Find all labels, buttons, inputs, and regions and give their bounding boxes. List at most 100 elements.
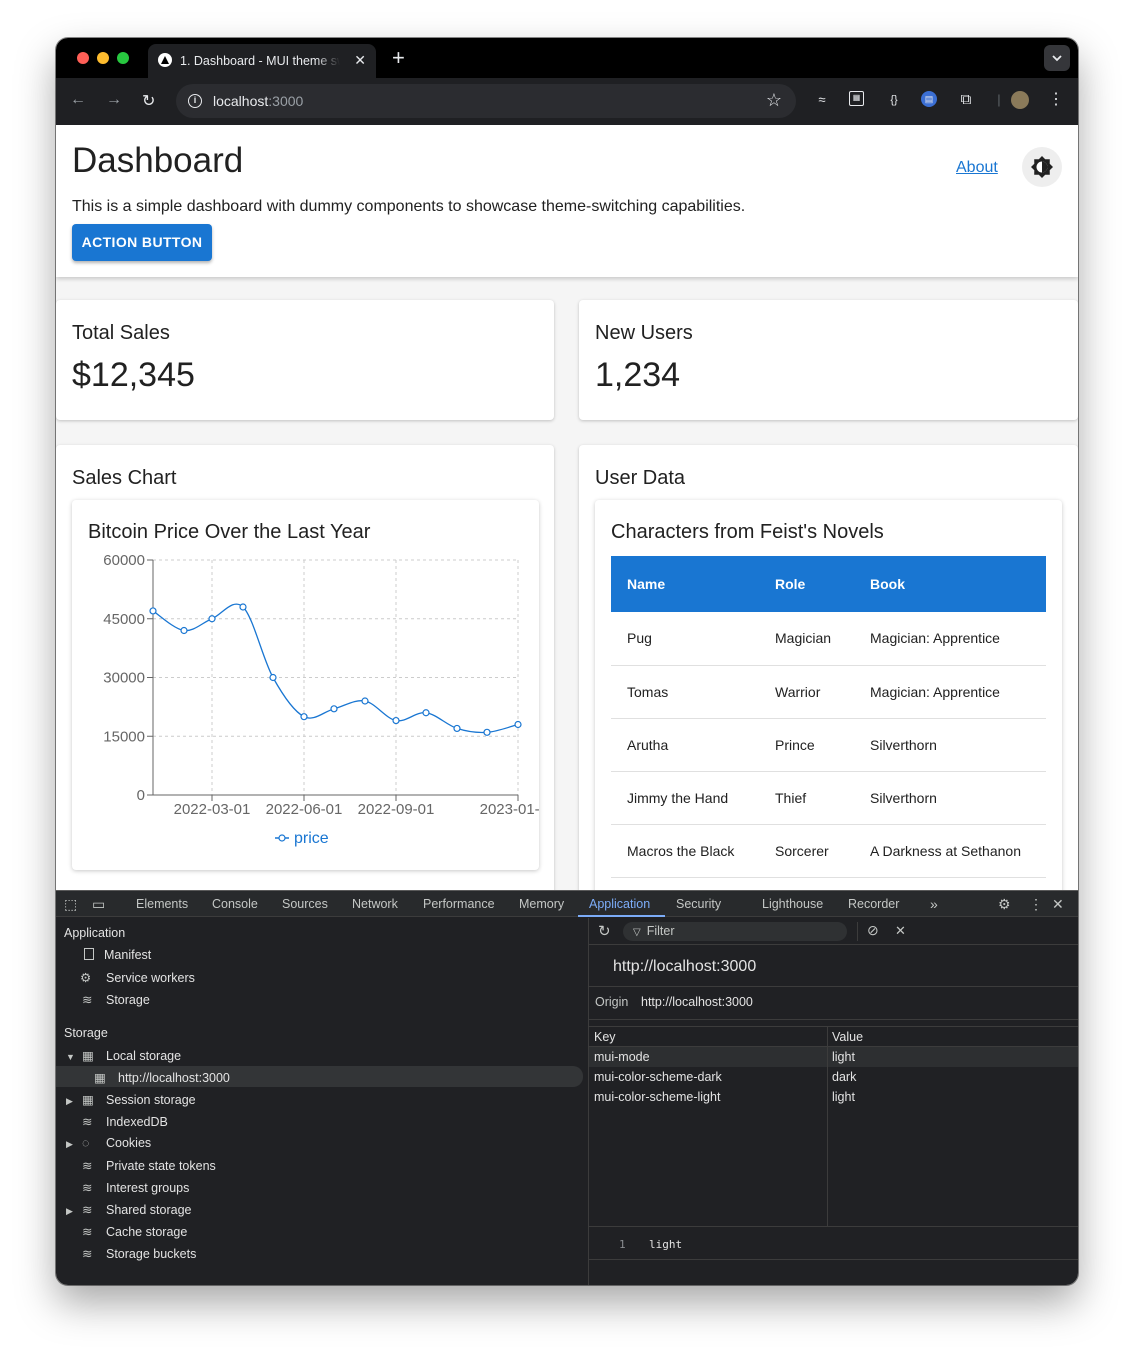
delete-selected-icon[interactable]: ✕	[895, 923, 906, 939]
more-tabs-icon[interactable]: »	[930, 896, 938, 912]
data-point[interactable]	[239, 603, 247, 611]
settings-gear-icon[interactable]: ⚙	[998, 896, 1011, 913]
tab-security[interactable]: Security	[676, 897, 721, 911]
profile-avatar[interactable]	[1011, 91, 1029, 109]
back-icon[interactable]: ←	[70, 91, 86, 109]
refresh-icon[interactable]: ↻	[598, 922, 611, 940]
minimize-window-button[interactable]	[97, 52, 109, 64]
tab-lighthouse[interactable]: Lighthouse	[762, 897, 823, 911]
data-point[interactable]	[330, 705, 338, 713]
sidebar-item-shared-storage[interactable]: ▶ ≋ Shared storage	[66, 1202, 191, 1217]
browser-tab-active[interactable]: 1. Dashboard - MUI theme switching ✕	[148, 44, 376, 78]
table-row[interactable]: Pug Magician Magician: Apprentice	[611, 612, 1046, 666]
database-icon: ≋	[82, 1115, 93, 1129]
sidebar-item-local-storage[interactable]: ▼ ▦ Local storage	[66, 1048, 181, 1063]
total-sales-card: Total Sales $12,345	[56, 300, 554, 420]
table-row[interactable]: Tomas Warrior Magician: Apprentice	[611, 665, 1046, 719]
docs-extension-icon[interactable]: ▤	[921, 91, 937, 107]
database-icon: ≋	[82, 1203, 93, 1217]
bookmark-star-icon[interactable]: ☆	[766, 90, 782, 111]
tab-console[interactable]: Console	[212, 897, 258, 911]
sidebar-item-interest-groups[interactable]: ≋ Interest groups	[82, 1180, 189, 1195]
url-text: localhost:3000	[213, 93, 304, 109]
json-extension-icon[interactable]: {}	[885, 91, 903, 109]
value-preview: 1 light	[589, 1226, 1078, 1260]
collapsed-triangle-icon[interactable]: ▶	[66, 1139, 82, 1150]
sidebar-item-private-state-tokens[interactable]: ≋ Private state tokens	[82, 1158, 216, 1173]
sidebar-item-session-storage[interactable]: ▶ ▦ Session storage	[66, 1092, 196, 1107]
close-tab-icon[interactable]: ✕	[354, 52, 366, 69]
extension-icon[interactable]: ≈	[813, 91, 831, 109]
tab-sources[interactable]: Sources	[282, 897, 328, 911]
tab-search-button[interactable]	[1044, 45, 1070, 71]
data-point[interactable]	[514, 720, 522, 729]
legend-label[interactable]: price	[294, 830, 329, 847]
cell-name: Jimmy the Hand	[611, 771, 759, 825]
tab-application[interactable]: Application	[589, 897, 650, 911]
collapsed-triangle-icon[interactable]: ▶	[66, 1206, 82, 1217]
data-point[interactable]	[300, 713, 308, 721]
tab-memory[interactable]: Memory	[519, 897, 564, 911]
sidebar-item-cache-storage[interactable]: ≋ Cache storage	[82, 1224, 187, 1239]
column-header-book[interactable]: Book	[854, 556, 1046, 612]
table-row[interactable]: Arutha Prince Silverthorn	[611, 718, 1046, 772]
puzzle-extensions-icon[interactable]: ⧉	[957, 91, 975, 109]
site-info-icon[interactable]: i	[188, 94, 202, 108]
sales-chart-card: Sales Chart Bitcoin Price Over the Last …	[56, 445, 554, 890]
dashboard-header: Dashboard This is a simple dashboard wit…	[56, 125, 1078, 277]
sidebar-item-storage-buckets[interactable]: ≋ Storage buckets	[82, 1246, 196, 1261]
qr-code-icon[interactable]: ▦	[849, 91, 864, 106]
collapsed-triangle-icon[interactable]: ▶	[66, 1096, 82, 1107]
sidebar-item-service-workers[interactable]: ⚙ Service workers	[80, 970, 195, 985]
kv-column-separator[interactable]	[827, 1027, 828, 1227]
data-point[interactable]	[361, 697, 369, 705]
sidebar-item-cookies[interactable]: ▶ ◌ Cookies	[66, 1136, 151, 1150]
column-header-role[interactable]: Role	[759, 556, 854, 612]
kv-row[interactable]: mui-color-scheme-light light	[589, 1087, 1078, 1107]
clear-all-icon[interactable]: ⊘	[867, 922, 879, 939]
storage-viewer: ↻ ▽ Filter ⊘ ✕ http://localhost:3000 Orig…	[589, 918, 1078, 1285]
action-button[interactable]: ACTION BUTTON	[72, 224, 212, 261]
data-point[interactable]	[392, 716, 400, 725]
sidebar-item-storage[interactable]: ≋ Storage	[82, 992, 150, 1007]
data-point[interactable]	[180, 626, 188, 635]
inspect-element-icon[interactable]: ⬚	[64, 896, 77, 913]
sidebar-item-indexeddb[interactable]: ≋ IndexedDB	[82, 1114, 168, 1129]
theme-toggle-button[interactable]	[1022, 147, 1062, 187]
sidebar-item-manifest[interactable]: Manifest	[84, 948, 151, 962]
data-point[interactable]	[453, 724, 461, 733]
table-row[interactable]: Macros the Black Sorcerer A Darkness at …	[611, 824, 1046, 878]
expanded-triangle-icon[interactable]: ▼	[66, 1052, 82, 1062]
kv-row[interactable]: mui-mode light	[589, 1047, 1078, 1067]
device-toolbar-icon[interactable]: ▭	[92, 896, 105, 913]
new-tab-button[interactable]: +	[392, 45, 405, 71]
column-header-name[interactable]: Name	[611, 556, 759, 612]
data-point[interactable]	[422, 709, 430, 717]
address-bar[interactable]: i localhost:3000 ☆	[176, 84, 796, 118]
data-point[interactable]	[483, 728, 491, 736]
key-column-header[interactable]: Key	[594, 1030, 616, 1044]
cell-book: Silverthorn	[854, 771, 1046, 825]
sidebar-item-localhost-origin[interactable]: ▦ http://localhost:3000	[94, 1070, 230, 1085]
value-column-header[interactable]: Value	[832, 1030, 863, 1044]
data-point[interactable]	[269, 673, 277, 682]
table-row[interactable]: Jimmy the Hand Thief Silverthorn	[611, 771, 1046, 825]
browser-menu-icon[interactable]: ⋮	[1047, 91, 1065, 109]
devtools-menu-icon[interactable]: ⋮	[1029, 896, 1043, 913]
maximize-window-button[interactable]	[117, 52, 129, 64]
filter-input[interactable]: ▽ Filter	[623, 922, 847, 941]
tab-network[interactable]: Network	[352, 897, 398, 911]
data-point[interactable]	[149, 607, 157, 615]
cell-name: Tomas	[611, 665, 759, 719]
about-link[interactable]: About	[956, 159, 998, 177]
tab-elements[interactable]: Elements	[136, 897, 188, 911]
tab-recorder[interactable]: Recorder	[848, 897, 899, 911]
close-devtools-icon[interactable]: ✕	[1052, 896, 1064, 913]
cell-book: Silverthorn	[854, 718, 1046, 772]
close-window-button[interactable]	[77, 52, 89, 64]
reload-icon[interactable]: ↻	[142, 91, 155, 111]
tab-performance[interactable]: Performance	[423, 897, 495, 911]
data-point[interactable]	[208, 615, 216, 623]
kv-row[interactable]: mui-color-scheme-dark dark	[589, 1067, 1078, 1087]
forward-icon[interactable]: →	[106, 91, 122, 109]
